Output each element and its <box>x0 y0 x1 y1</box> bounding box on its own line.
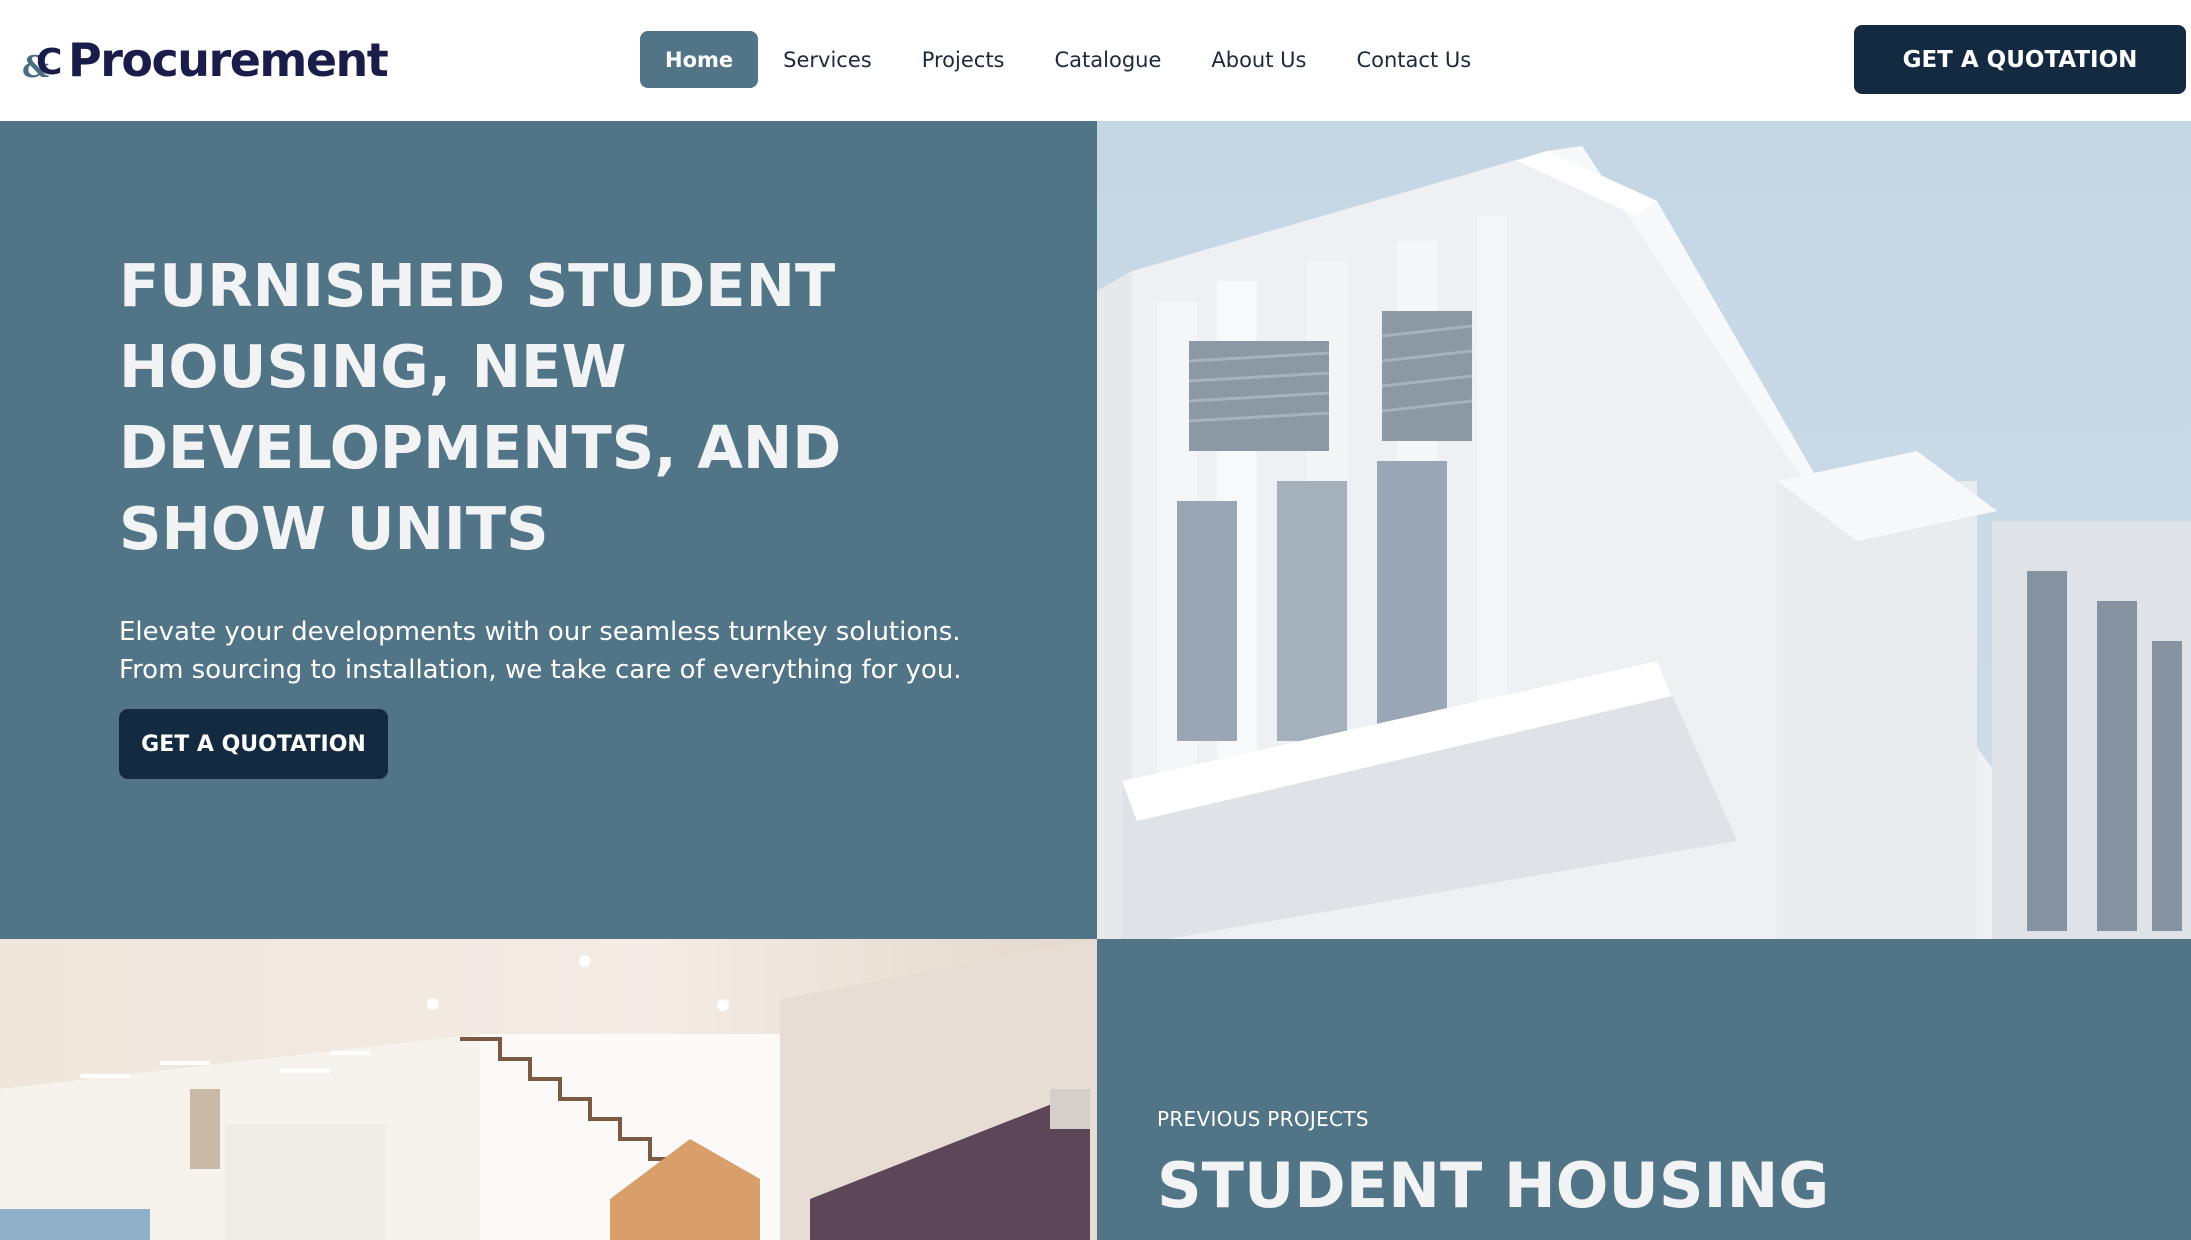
nav-item-services[interactable]: Services <box>758 31 897 88</box>
nav-item-contact-us[interactable]: Contact Us <box>1331 31 1496 88</box>
building-illustration <box>1097 121 2191 939</box>
section-title: STUDENT HOUSING <box>1157 1149 1830 1222</box>
previous-projects-section: PREVIOUS PROJECTS STUDENT HOUSING <box>1097 939 2191 1240</box>
nav-item-projects[interactable]: Projects <box>897 31 1030 88</box>
hero-description: Elevate your developments with our seaml… <box>119 617 962 685</box>
interior-illustration <box>0 939 1097 1240</box>
hero-building-image <box>1097 121 2191 939</box>
hero-title: FURNISHED STUDENT HOUSING, NEW DEVELOPME… <box>119 251 842 563</box>
site-header: & C Procurement Home Services Projects C… <box>0 0 2191 121</box>
nav-item-catalogue[interactable]: Catalogue <box>1030 31 1187 88</box>
brand-logo[interactable]: & C Procurement <box>22 30 389 90</box>
hero-quotation-button[interactable]: GET A QUOTATION <box>119 709 388 779</box>
section-eyebrow: PREVIOUS PROJECTS <box>1157 1107 1369 1131</box>
main-nav: Home Services Projects Catalogue About U… <box>640 31 1496 88</box>
nav-item-about-us[interactable]: About Us <box>1186 31 1331 88</box>
projects-interior-image <box>0 939 1097 1240</box>
logo-mark-icon: & C <box>22 42 63 85</box>
header-quotation-button[interactable]: GET A QUOTATION <box>1854 25 2186 94</box>
nav-item-home[interactable]: Home <box>640 31 759 88</box>
brand-name: Procurement <box>68 33 389 87</box>
